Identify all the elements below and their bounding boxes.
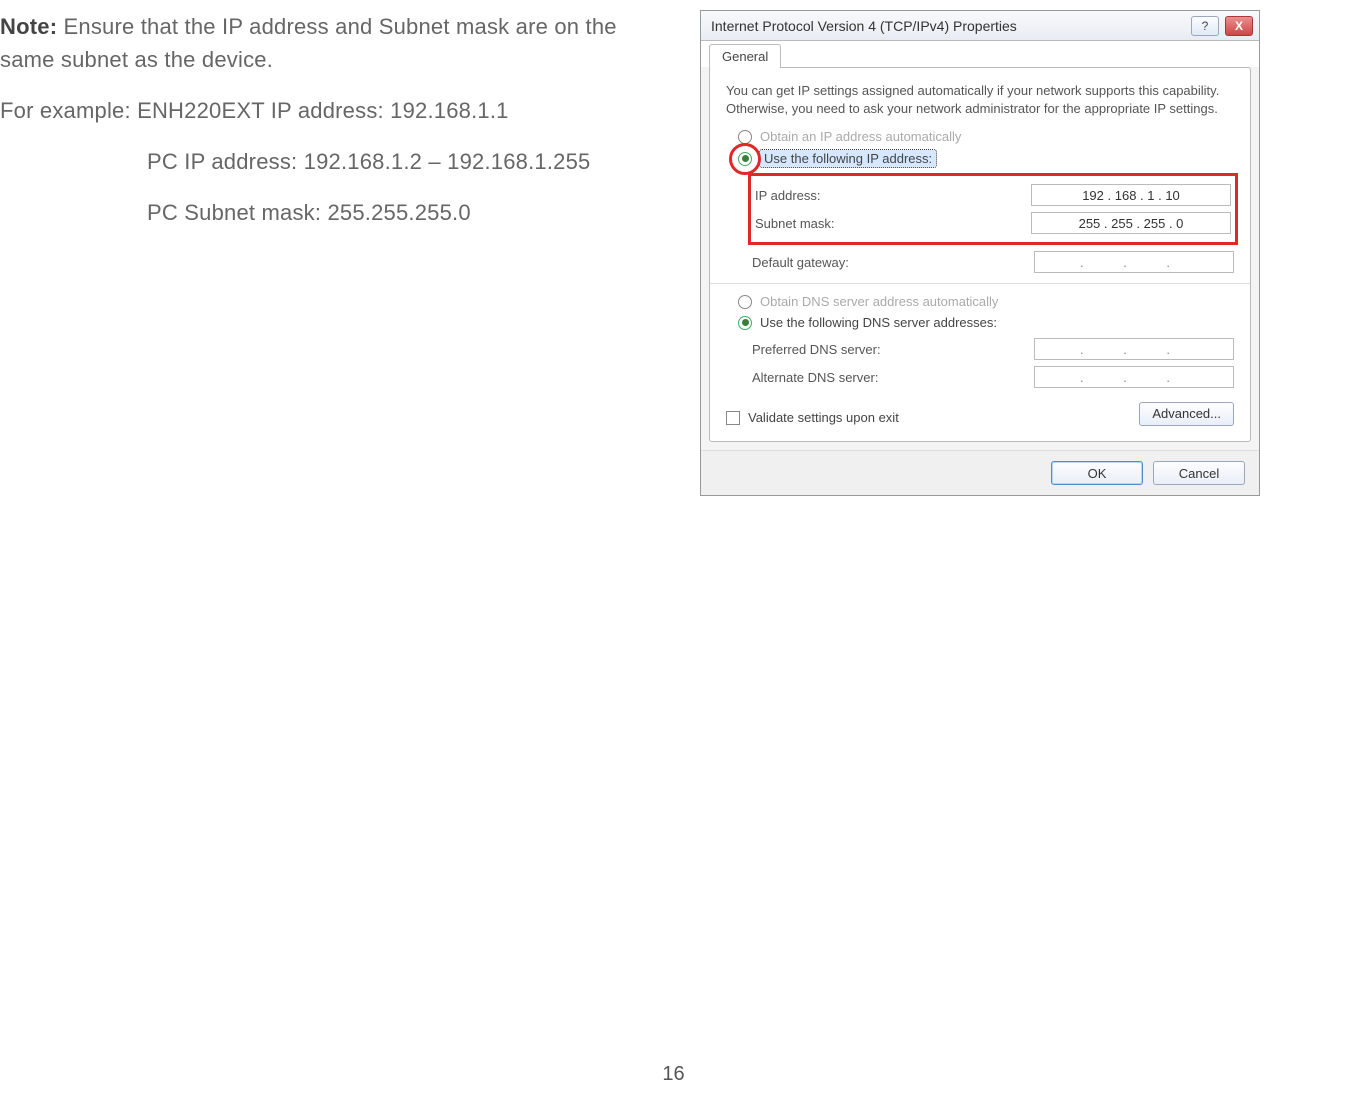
radio-obtain-ip-auto[interactable]: Obtain an IP address automatically [738,129,1234,144]
close-icon: X [1235,19,1243,33]
note-text: Ensure that the IP address and Subnet ma… [0,14,617,72]
panel-divider [710,283,1250,284]
document-text: Note: Ensure that the IP address and Sub… [0,10,670,496]
dialog-titlebar[interactable]: Internet Protocol Version 4 (TCP/IPv4) P… [701,11,1259,41]
radio-off-icon [738,295,752,309]
dialog-title: Internet Protocol Version 4 (TCP/IPv4) P… [711,18,1017,34]
ok-button[interactable]: OK [1051,461,1143,485]
gateway-field-group: Default gateway: . . . [752,251,1234,273]
field-row-subnet: Subnet mask: 255 . 255 . 255 . 0 [755,212,1231,234]
dialog-footer: OK Cancel [701,450,1259,495]
note-paragraph: Note: Ensure that the IP address and Sub… [0,10,670,76]
field-row-gateway: Default gateway: . . . [752,251,1234,273]
dialog-description: You can get IP settings assigned automat… [726,82,1234,117]
radio-on-icon [738,152,752,166]
radio-use-ip-label: Use the following IP address: [760,150,936,167]
page-number: 16 [662,1063,684,1086]
validate-checkbox-label: Validate settings upon exit [748,410,899,425]
alternate-dns-input[interactable]: . . . [1034,366,1234,388]
default-gateway-label: Default gateway: [752,255,849,270]
checkbox-icon [726,411,740,425]
field-row-ip: IP address: 192 . 168 . 1 . 10 [755,184,1231,206]
radio-on-icon [738,316,752,330]
field-row-preferred-dns: Preferred DNS server: . . . [752,338,1234,360]
screenshot-panel: Internet Protocol Version 4 (TCP/IPv4) P… [700,10,1260,496]
preferred-dns-input[interactable]: . . . [1034,338,1234,360]
field-row-alternate-dns: Alternate DNS server: . . . [752,366,1234,388]
dialog-panel: You can get IP settings assigned automat… [709,67,1251,442]
validate-checkbox-row[interactable]: Validate settings upon exit [726,410,899,425]
example-device-ip: ENH220EXT IP address: 192.168.1.1 [137,98,508,123]
close-button[interactable]: X [1225,16,1253,36]
tab-general[interactable]: General [709,44,781,68]
dialog-tabs: General [701,41,1259,67]
example-prefix: For example: [0,98,137,123]
help-button[interactable]: ? [1191,16,1219,36]
ip-fields-group: IP address: 192 . 168 . 1 . 10 Subnet ma… [752,175,1234,243]
radio-use-following-ip[interactable]: Use the following IP address: [738,150,1234,167]
preferred-dns-label: Preferred DNS server: [752,342,881,357]
ip-address-input[interactable]: 192 . 168 . 1 . 10 [1031,184,1231,206]
radio-obtain-ip-label: Obtain an IP address automatically [760,129,961,144]
radio-use-following-dns[interactable]: Use the following DNS server addresses: [738,315,1234,330]
radio-obtain-dns-auto: Obtain DNS server address automatically [738,294,1234,309]
advanced-row: Validate settings upon exit Advanced... [726,396,1234,431]
example-line-2: PC IP address: 192.168.1.2 – 192.168.1.2… [0,145,670,178]
example-line-1: For example: ENH220EXT IP address: 192.1… [0,94,670,127]
default-gateway-input[interactable]: . . . [1034,251,1234,273]
radio-off-icon [738,130,752,144]
note-label: Note: [0,14,57,39]
alternate-dns-label: Alternate DNS server: [752,370,878,385]
cancel-button[interactable]: Cancel [1153,461,1245,485]
help-icon: ? [1202,19,1209,33]
tcpip-properties-dialog: Internet Protocol Version 4 (TCP/IPv4) P… [700,10,1260,496]
subnet-mask-label: Subnet mask: [755,216,835,231]
example-line-3: PC Subnet mask: 255.255.255.0 [0,196,670,229]
ip-address-label: IP address: [755,188,821,203]
radio-obtain-dns-label: Obtain DNS server address automatically [760,294,998,309]
radio-use-dns-label: Use the following DNS server addresses: [760,315,997,330]
dns-fields-group: Preferred DNS server: . . . Alternate DN… [752,338,1234,388]
advanced-button[interactable]: Advanced... [1139,402,1234,426]
subnet-mask-input[interactable]: 255 . 255 . 255 . 0 [1031,212,1231,234]
